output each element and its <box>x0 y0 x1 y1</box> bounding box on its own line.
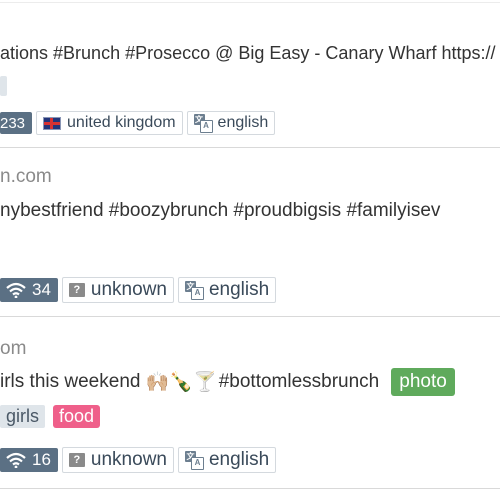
post-text: ations #Brunch #Prosecco @ Big Easy - Ca… <box>0 43 496 63</box>
post-meta: 233 united kingdom 文A english <box>0 111 276 135</box>
question-flag-icon: ? <box>68 283 85 297</box>
emoji-group: 🙌🏼🍾🍸 <box>145 372 217 393</box>
tag-girls[interactable]: girls <box>0 405 46 428</box>
tag-row: girls food <box>0 405 101 428</box>
count-value: 233 <box>0 114 26 132</box>
language-label: english <box>208 279 270 300</box>
country-tag[interactable]: united kingdom <box>36 111 183 135</box>
wifi-icon <box>6 282 26 298</box>
post-divider <box>0 147 500 148</box>
username[interactable]: om <box>0 338 26 360</box>
tag-food[interactable]: food <box>53 405 101 428</box>
translate-icon: 文A <box>184 281 204 300</box>
count-badge[interactable]: 233 <box>0 112 33 134</box>
count-value: 16 <box>32 450 51 469</box>
translate-icon: 文A <box>193 114 213 133</box>
post-meta: 16 ? unknown 文A english <box>0 447 277 473</box>
language-label: english <box>217 114 269 131</box>
question-flag-icon: ? <box>68 453 85 467</box>
wifi-icon <box>6 452 26 468</box>
translate-icon: 文A <box>184 451 204 470</box>
count-badge[interactable]: 16 <box>0 448 58 472</box>
count-badge[interactable]: 34 <box>0 278 58 302</box>
country-label: unknown <box>90 279 167 300</box>
post-text: nybestfriend #boozybrunch #proudbigsis #… <box>0 200 441 221</box>
post-2: n.com nybestfriend #boozybrunch #proudbi… <box>0 150 500 320</box>
country-label: united kingdom <box>67 114 176 131</box>
photo-tag[interactable]: photo <box>391 368 455 396</box>
language-tag[interactable]: 文A english <box>177 277 277 303</box>
hashtag-bottomlessbrunch[interactable]: #bottomlessbrunch <box>219 371 380 393</box>
uk-flag-icon <box>43 116 62 130</box>
language-tag[interactable]: 文A english <box>177 447 277 473</box>
post-meta: 34 ? unknown 文A english <box>0 277 277 303</box>
post-text-start: irls this weekend <box>0 371 146 392</box>
post-text: irls this weekend 🙌🏼🍾🍸 #bottomlessbrunch… <box>0 368 455 396</box>
count-value: 34 <box>32 280 51 299</box>
language-label: english <box>208 449 270 470</box>
post-1: ations #Brunch #Prosecco @ Big Easy - Ca… <box>0 0 500 150</box>
country-tag[interactable]: ? unknown <box>61 277 174 303</box>
post-3: om irls this weekend 🙌🏼🍾🍸 #bottomlessbru… <box>0 320 500 500</box>
post-divider <box>0 316 500 317</box>
username[interactable]: n.com <box>0 166 52 188</box>
country-label: unknown <box>90 449 167 470</box>
tag-chip-truncated[interactable] <box>0 76 7 96</box>
country-tag[interactable]: ? unknown <box>61 447 174 473</box>
post-divider <box>0 488 500 489</box>
language-tag[interactable]: 文A english <box>186 111 276 135</box>
